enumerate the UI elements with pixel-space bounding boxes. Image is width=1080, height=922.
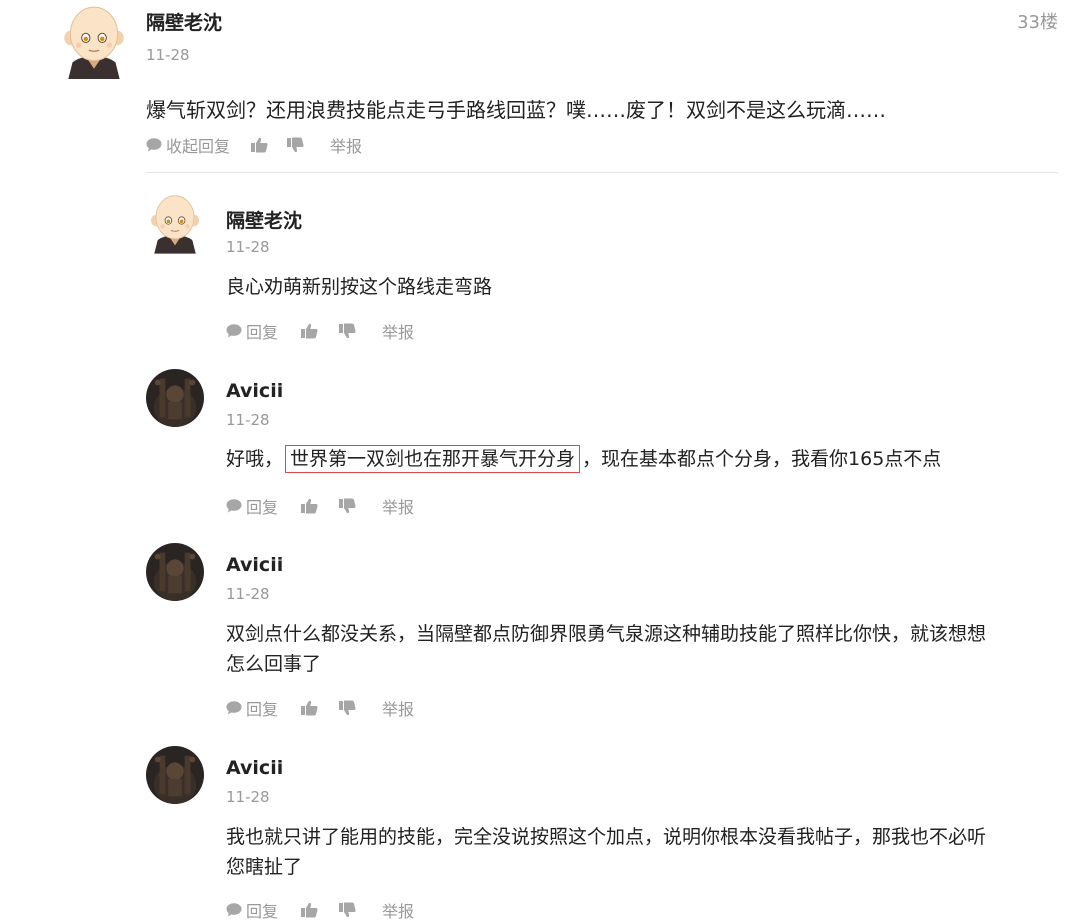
thumbs-up-icon (300, 700, 318, 716)
reply-author[interactable]: Avicii (226, 757, 283, 779)
reply-author[interactable]: 隔壁老沈 (226, 206, 302, 233)
reply-button[interactable]: 回复 (226, 898, 278, 922)
reply-button[interactable]: 回复 (226, 696, 278, 720)
speech-bubble-icon (226, 903, 242, 917)
reply-actions: 回复 举报 (226, 898, 414, 922)
report-button[interactable]: 举报 (330, 133, 362, 157)
report-button[interactable]: 举报 (382, 319, 414, 343)
collapse-reply-button[interactable]: 收起回复 (146, 133, 230, 157)
thumbs-down-icon (338, 498, 356, 514)
reply-text-after: ，现在基本都点个分身，我看你165点不点 (582, 448, 942, 470)
thumbs-down-icon (286, 137, 304, 153)
thumbs-down-icon (338, 700, 356, 716)
reply-date: 11-28 (226, 788, 270, 806)
report-button[interactable]: 举报 (382, 494, 414, 518)
reply-label: 回复 (246, 498, 279, 517)
reply-label: 回复 (246, 323, 279, 342)
avatar[interactable] (146, 543, 204, 601)
reply-text: 双剑点什么都没关系，当隔壁都点防御界限勇气泉源这种辅助技能了照样比你快，就该想想 (226, 623, 987, 645)
reply-text: 良心劝萌新别按这个路线走弯路 (226, 276, 493, 298)
reply-text: 好哦， 世界第一双剑也在那开暴气开分身 ，现在基本都点个分身，我看你165点不点 (226, 444, 942, 473)
avatar[interactable] (146, 192, 204, 254)
thumbs-up-icon (250, 137, 268, 153)
reply-actions: 回复 举报 (226, 696, 414, 720)
dislike-button[interactable] (286, 137, 304, 153)
divider (146, 172, 1058, 173)
speech-bubble-icon (226, 324, 242, 338)
reply-text-before: 好哦， (226, 448, 284, 470)
thumbs-down-icon (338, 323, 356, 339)
avatar[interactable] (146, 746, 204, 804)
reply-text: 怎么回事了 (226, 653, 322, 675)
author-name[interactable]: 隔壁老沈 (146, 8, 222, 35)
report-button[interactable]: 举报 (382, 696, 414, 720)
dislike-button[interactable] (338, 700, 356, 716)
reply-actions: 回复 举报 (226, 494, 414, 518)
reply-button[interactable]: 回复 (226, 494, 278, 518)
reply-label: 回复 (246, 902, 279, 921)
like-button[interactable] (300, 323, 318, 339)
collapse-reply-label: 收起回复 (166, 137, 231, 156)
reply-button[interactable]: 回复 (226, 319, 278, 343)
speech-bubble-icon (146, 138, 162, 152)
post-actions: 收起回复 举报 (146, 133, 362, 157)
reply-text: 您瞎扯了 (226, 856, 303, 878)
dislike-button[interactable] (338, 498, 356, 514)
thumbs-up-icon (300, 902, 318, 918)
floor-number: 33楼 (1017, 12, 1058, 33)
avatar[interactable] (58, 3, 130, 79)
reply-date: 11-28 (226, 238, 270, 256)
speech-bubble-icon (226, 499, 242, 513)
avatar[interactable] (146, 369, 204, 427)
reply-label: 回复 (246, 700, 279, 719)
like-button[interactable] (300, 700, 318, 716)
reply-author[interactable]: Avicii (226, 554, 283, 576)
like-button[interactable] (300, 498, 318, 514)
speech-bubble-icon (226, 701, 242, 715)
thumbs-up-icon (300, 498, 318, 514)
reply-date: 11-28 (226, 585, 270, 603)
like-button[interactable] (300, 902, 318, 918)
reply-actions: 回复 举报 (226, 319, 414, 343)
post-date: 11-28 (146, 46, 190, 64)
thumbs-down-icon (338, 902, 356, 918)
highlight-box: 世界第一双剑也在那开暴气开分身 (285, 445, 581, 473)
reply-text: 我也就只讲了能用的技能，完全没说按照这个加点，说明你根本没看我帖子，那我也不必听 (226, 826, 987, 848)
dislike-button[interactable] (338, 902, 356, 918)
like-button[interactable] (250, 137, 268, 153)
thumbs-up-icon (300, 323, 318, 339)
dislike-button[interactable] (338, 323, 356, 339)
report-button[interactable]: 举报 (382, 898, 414, 922)
reply-author[interactable]: Avicii (226, 380, 283, 402)
reply-date: 11-28 (226, 411, 270, 429)
post-content: 爆气斩双剑？还用浪费技能点走弓手路线回蓝？噗……废了！双剑不是这么玩滴…… (146, 98, 886, 122)
